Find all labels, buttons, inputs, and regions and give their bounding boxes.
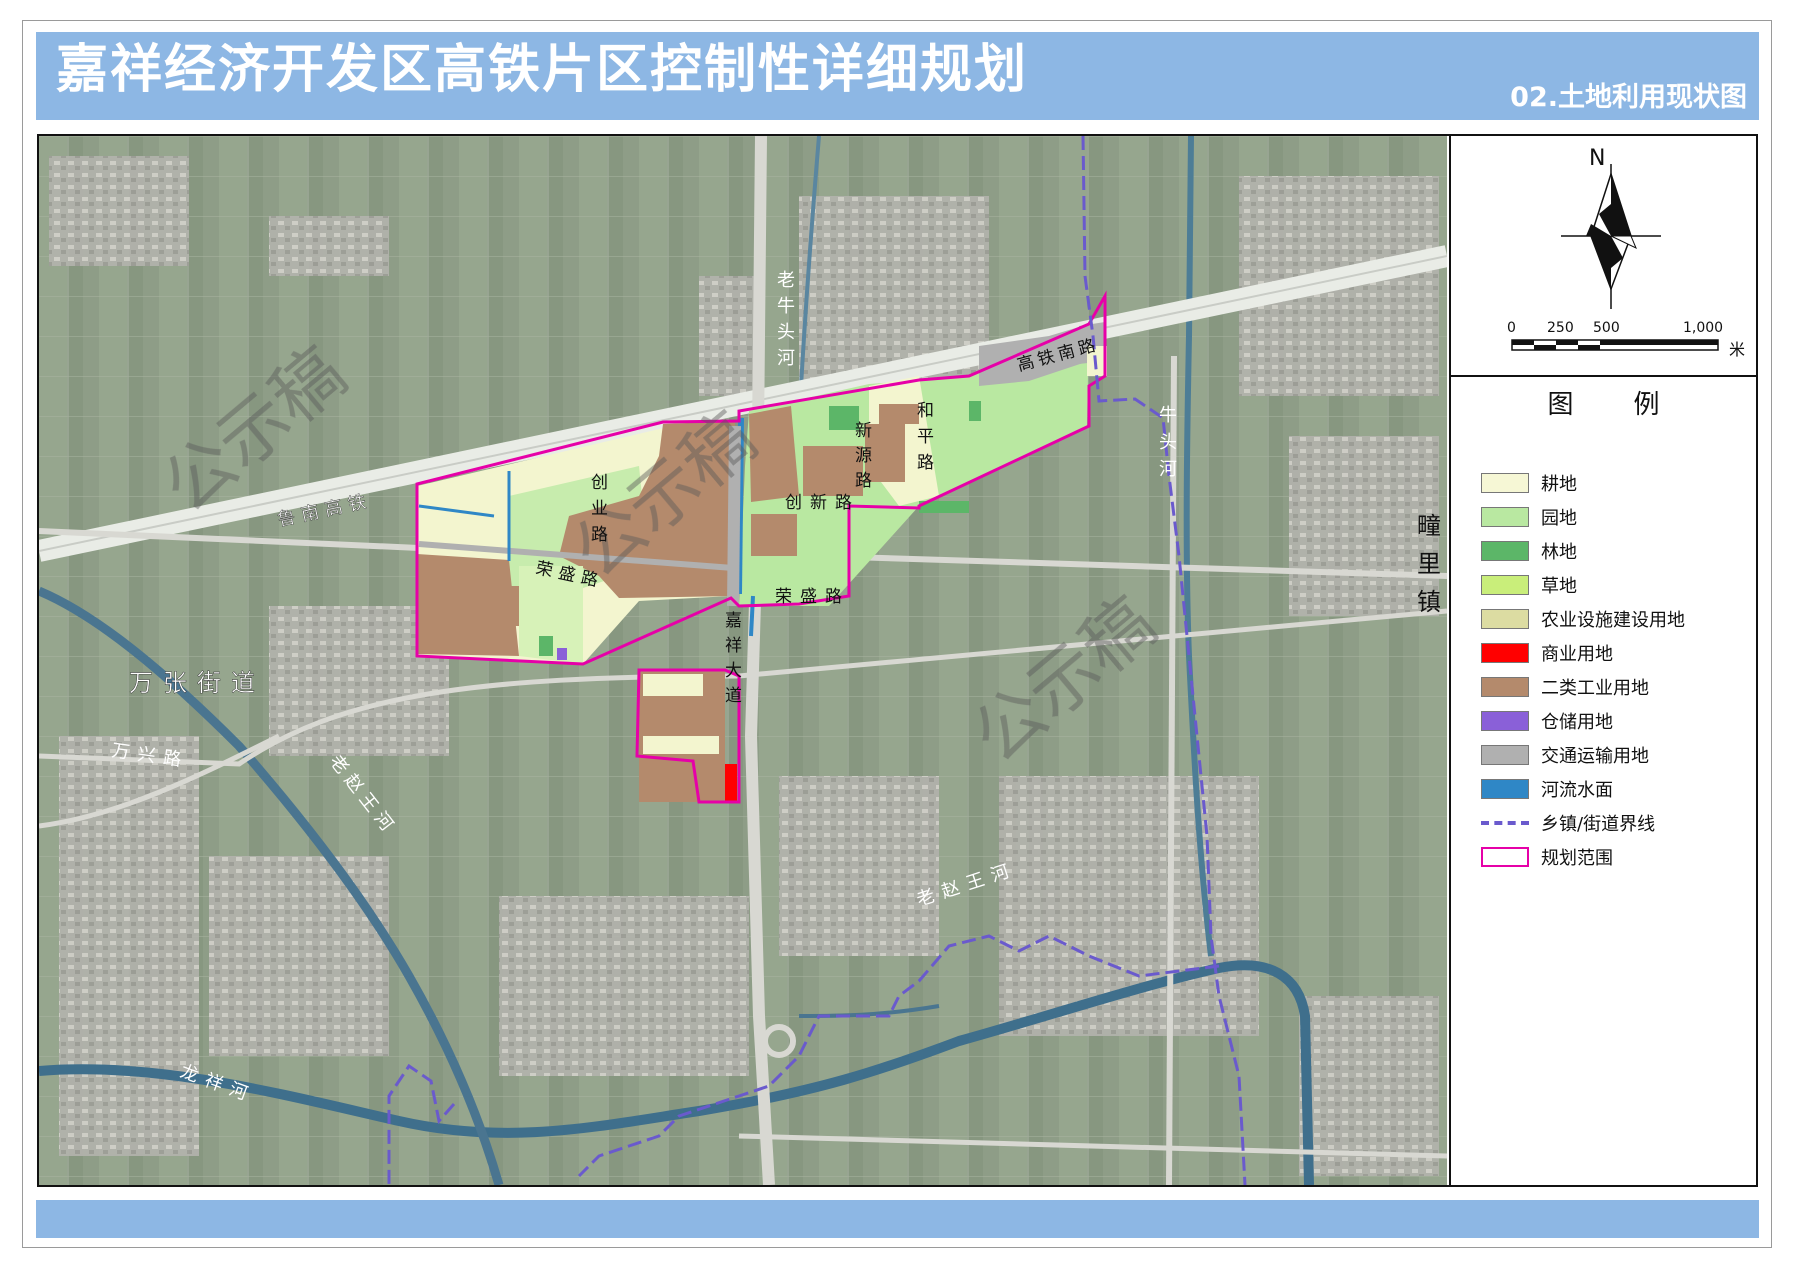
label-chuangxin-road: 创新路: [785, 493, 860, 512]
legend-item: 园地: [1481, 500, 1685, 534]
svg-text:创: 创: [591, 473, 608, 492]
scale-tick-500: 500: [1593, 320, 1620, 336]
legend-swatch: [1481, 643, 1529, 663]
legend-swatch-dashed: [1481, 813, 1529, 833]
parcel-industry-east-2: [751, 514, 797, 556]
svg-text:里: 里: [1417, 551, 1441, 578]
legend-label: 交通运输用地: [1541, 746, 1649, 767]
legend-item: 草地: [1481, 568, 1685, 602]
scale-tick-1000: 1,000: [1683, 320, 1724, 336]
label-niutou-river: 牛头河: [1159, 405, 1177, 479]
svg-text:疃: 疃: [1417, 513, 1441, 540]
parcel-industry-sw: [417, 554, 519, 656]
svg-text:和: 和: [917, 401, 934, 420]
svg-text:平: 平: [917, 427, 934, 446]
legend-item: 河流水面: [1481, 772, 1685, 806]
svg-text:牛: 牛: [1159, 405, 1177, 425]
legend-label: 河流水面: [1541, 780, 1613, 801]
legend-label: 乡镇/街道界线: [1541, 814, 1656, 835]
legend-swatch: [1481, 473, 1529, 493]
legend-label: 农业设施建设用地: [1541, 610, 1685, 631]
svg-text:老: 老: [777, 270, 795, 290]
scale-tick-250: 250: [1547, 320, 1574, 336]
footer-bar: [36, 1200, 1759, 1238]
legend-item: 商业用地: [1481, 636, 1685, 670]
legend-item: 交通运输用地: [1481, 738, 1685, 772]
scale-unit: 米: [1729, 340, 1746, 359]
legend-label: 林地: [1541, 542, 1577, 563]
legend-item: 二类工业用地: [1481, 670, 1685, 704]
svg-text:道: 道: [725, 686, 742, 705]
label-rongsheng-road-e: 荣盛路: [775, 587, 850, 606]
label-wanzhang-street: 万张街道: [129, 670, 265, 697]
panel-divider: [1451, 375, 1756, 377]
legend-label: 二类工业用地: [1541, 678, 1649, 699]
legend-list: 耕地 园地 林地 草地 农业设施建设用地 商业用地 二类工业用地 仓储用地 交通…: [1481, 466, 1685, 874]
legend-label: 耕地: [1541, 474, 1577, 495]
map-title: 嘉祥经济开发区高铁片区控制性详细规划: [56, 40, 1029, 100]
legend-swatch: [1481, 541, 1529, 561]
legend-item: 农业设施建设用地: [1481, 602, 1685, 636]
legend-label: 园地: [1541, 508, 1577, 529]
legend-swatch: [1481, 507, 1529, 527]
svg-text:路: 路: [591, 525, 608, 544]
parcel-industry-east-3: [803, 446, 863, 496]
legend-item: 乡镇/街道界线: [1481, 806, 1685, 840]
legend-panel: N 0 250 500 1,000 米 图例 耕地 园地 林地 草地 农业设施建…: [1449, 136, 1756, 1185]
svg-text:路: 路: [917, 453, 934, 472]
legend-swatch: [1481, 575, 1529, 595]
title-bar: 嘉祥经济开发区高铁片区控制性详细规划 02.土地利用现状图: [36, 32, 1759, 120]
svg-text:镇: 镇: [1417, 589, 1441, 616]
legend-item: 林地: [1481, 534, 1685, 568]
svg-text:路: 路: [855, 471, 872, 490]
legend-item: 规划范围: [1481, 840, 1685, 874]
label-tongli-town: 疃里镇: [1417, 513, 1441, 616]
legend-swatch-outline: [1481, 847, 1529, 867]
legend-label: 草地: [1541, 576, 1577, 597]
legend-swatch: [1481, 779, 1529, 799]
parcel-commercial: [725, 764, 737, 802]
svg-text:新: 新: [855, 421, 872, 440]
legend-swatch: [1481, 609, 1529, 629]
legend-item: 仓储用地: [1481, 704, 1685, 738]
legend-label: 仓储用地: [1541, 712, 1613, 733]
svg-text:祥: 祥: [725, 636, 742, 655]
label-heping-road: 和平路: [917, 401, 934, 472]
svg-text:河: 河: [1159, 459, 1177, 479]
legend-label: 商业用地: [1541, 644, 1613, 665]
map-canvas[interactable]: 公示稿 公示稿 公示稿 鲁南高铁 万兴路 龙祥河 老赵王河 老赵王河 万张街道 …: [39, 136, 1447, 1185]
label-chuangye-road: 创业路: [591, 473, 608, 544]
scale-tick-0: 0: [1507, 320, 1516, 336]
label-xinyuan-road: 新源路: [855, 421, 872, 490]
scale-bar: 0 250 500 1,000 米: [1507, 320, 1745, 360]
svg-text:业: 业: [591, 499, 608, 518]
svg-text:牛: 牛: [777, 296, 795, 316]
legend-item: 耕地: [1481, 466, 1685, 500]
svg-text:河: 河: [777, 348, 795, 368]
legend-title: 图例: [1547, 390, 1720, 420]
legend-swatch: [1481, 677, 1529, 697]
svg-text:源: 源: [855, 446, 872, 465]
map-subtitle: 02.土地利用现状图: [1510, 82, 1747, 113]
north-arrow-icon: [1561, 164, 1661, 309]
legend-swatch: [1481, 745, 1529, 765]
legend-label: 规划范围: [1541, 848, 1613, 869]
svg-text:头: 头: [777, 322, 795, 342]
svg-text:嘉: 嘉: [725, 611, 742, 630]
svg-text:头: 头: [1159, 432, 1177, 452]
legend-swatch: [1481, 711, 1529, 731]
svg-text:大: 大: [725, 661, 742, 680]
